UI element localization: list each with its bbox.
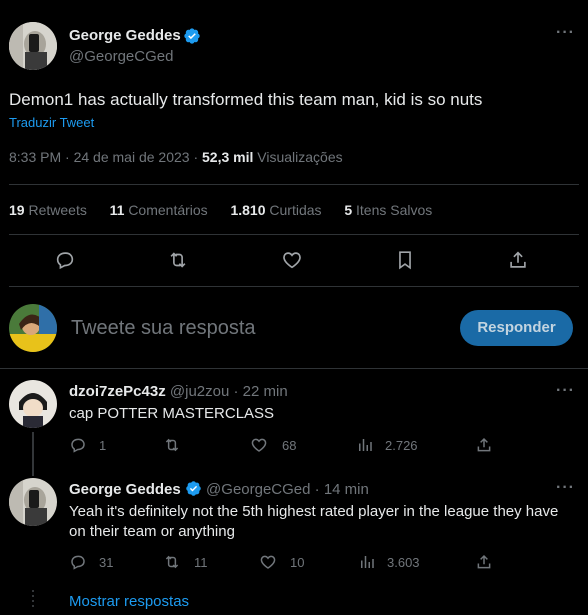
reply-time[interactable]: · 14 min: [315, 481, 369, 498]
reply-handle[interactable]: @GeorgeCGed: [206, 481, 310, 498]
reply-input[interactable]: Tweete sua resposta: [71, 317, 256, 340]
retweet-icon[interactable]: [167, 249, 189, 271]
tweet-stats: 19 Retweets 11 Comentários 1.810 Curtida…: [9, 202, 432, 218]
more-options-icon[interactable]: ···: [556, 382, 575, 400]
reply-avatar[interactable]: [9, 380, 57, 428]
reply-view-count: 3.603: [387, 555, 420, 570]
views-count: 52,3 mil: [202, 149, 254, 165]
more-options-icon[interactable]: ···: [556, 479, 575, 497]
more-options-icon[interactable]: ···: [556, 24, 575, 42]
retweet-icon[interactable]: [163, 436, 181, 454]
reply-like-count: 10: [290, 555, 305, 570]
retweet-icon[interactable]: [163, 553, 181, 571]
reply-like-count: 68: [282, 438, 297, 453]
likes-label: Curtidas: [269, 202, 322, 218]
comments-label: Comentários: [128, 202, 208, 218]
stat-comments[interactable]: 11 Comentários: [110, 202, 212, 218]
reply-retweet-count: 11: [194, 555, 208, 570]
reply-comment-count: 31: [99, 555, 114, 570]
reply-text: cap POTTER MASTERCLASS: [69, 405, 275, 422]
author-handle[interactable]: @GeorgeCGed: [69, 48, 173, 65]
tweet-text: Demon1 has actually transformed this tea…: [9, 90, 483, 109]
verified-badge-icon: [185, 480, 202, 497]
tweet-timestamp[interactable]: 8:33 PM · 24 de mai de 2023 ·: [9, 149, 198, 165]
thread-dots-icon: [31, 590, 35, 607]
translate-tweet-link[interactable]: Traduzir Tweet: [9, 115, 94, 130]
stat-retweets[interactable]: 19 Retweets: [9, 202, 91, 218]
reply-icon[interactable]: [69, 436, 87, 454]
retweets-count: 19: [9, 202, 25, 218]
thread-line: [32, 432, 34, 476]
views-label: Visualizações: [257, 149, 343, 165]
divider: [9, 286, 579, 287]
reply-author-name[interactable]: dzoi7zePc43z: [69, 383, 166, 400]
show-replies-link[interactable]: Mostrar respostas: [69, 593, 189, 610]
reply-time[interactable]: · 22 min: [234, 383, 288, 400]
user-avatar[interactable]: [9, 304, 57, 352]
like-icon[interactable]: [259, 553, 277, 571]
reply-icon[interactable]: [69, 553, 87, 571]
reply-avatar[interactable]: [9, 478, 57, 526]
like-icon[interactable]: [281, 249, 303, 271]
share-icon[interactable]: [507, 249, 529, 271]
author-name[interactable]: George Geddes: [69, 27, 181, 44]
reply-author-name[interactable]: George Geddes: [69, 481, 181, 498]
reply-text: Yeah it's definitely not the 5th highest…: [69, 503, 559, 540]
saves-count: 5: [344, 202, 353, 218]
comments-count: 11: [109, 202, 125, 218]
divider: [9, 184, 579, 185]
reply-comment-count: 1: [99, 438, 107, 453]
retweets-label: Retweets: [28, 202, 87, 218]
saves-label: Itens Salvos: [356, 202, 433, 218]
like-icon[interactable]: [250, 436, 268, 454]
divider: [9, 234, 579, 235]
reply-header: George Geddes @GeorgeCGed · 14 min: [69, 480, 369, 498]
reply-header: dzoi7zePc43z @ju2zou · 22 min: [69, 383, 288, 400]
divider: [0, 368, 588, 369]
stat-likes[interactable]: 1.810 Curtidas: [230, 202, 325, 218]
author-avatar[interactable]: [9, 22, 57, 70]
reply-view-count: 2.726: [385, 438, 418, 453]
share-icon[interactable]: [475, 553, 493, 571]
share-icon[interactable]: [475, 436, 493, 454]
views-icon[interactable]: [358, 553, 376, 571]
tweet-meta: 8:33 PM · 24 de mai de 2023 · 52,3 mil V…: [9, 149, 343, 165]
stat-saves[interactable]: 5 Itens Salvos: [344, 202, 432, 218]
reply-button[interactable]: Responder: [460, 310, 573, 346]
views-icon[interactable]: [356, 436, 374, 454]
likes-count: 1.810: [230, 202, 266, 218]
reply-handle[interactable]: @ju2zou: [170, 383, 229, 400]
verified-badge-icon: [183, 27, 201, 45]
bookmark-icon[interactable]: [394, 249, 416, 271]
reply-icon[interactable]: [54, 249, 76, 271]
